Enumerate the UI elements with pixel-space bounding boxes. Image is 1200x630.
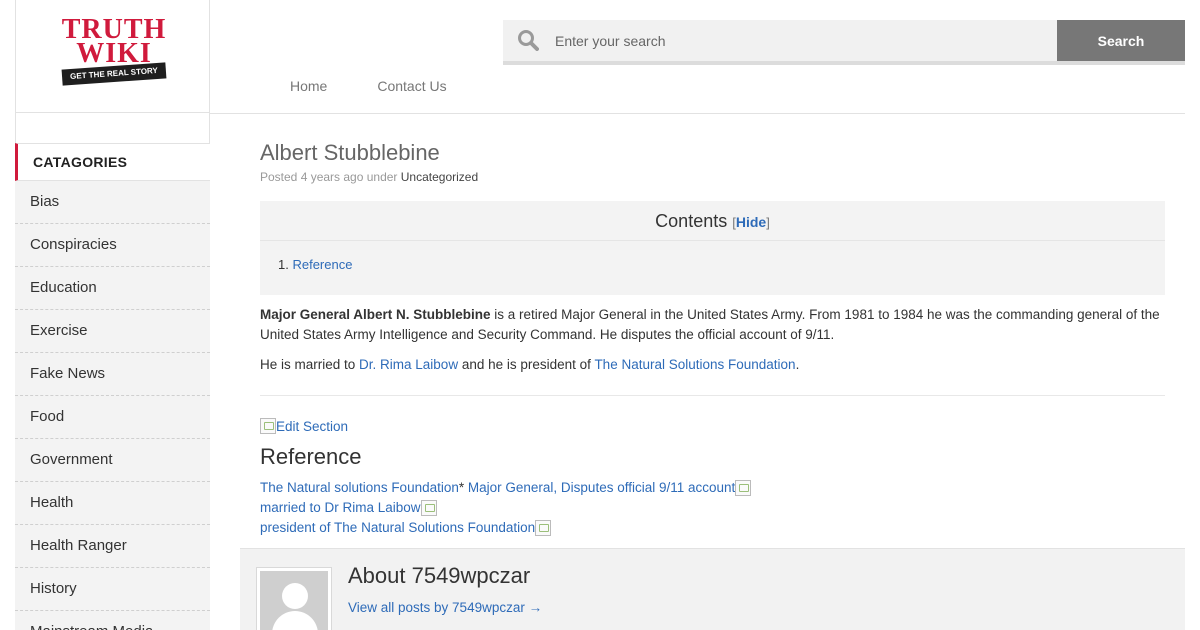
toc-hide-toggle[interactable]: Hide <box>736 214 766 230</box>
reference-list: The Natural solutions Foundation* Major … <box>260 478 1165 538</box>
relations-paragraph: He is married to Dr. Rima Laibow and he … <box>260 355 1165 375</box>
reference-line-3: president of The Natural Solutions Found… <box>260 518 1165 538</box>
category-item-health[interactable]: Health <box>15 482 210 525</box>
category-item-fake-news[interactable]: Fake News <box>15 353 210 396</box>
site-logo[interactable]: TRUTH WIKI GET THE REAL STORY <box>60 16 168 90</box>
toc-bracket-close: ] <box>766 215 770 230</box>
subject-name: Major General Albert N. Stubblebine <box>260 307 491 322</box>
toc-item-number: 1. <box>278 257 289 272</box>
edit-section: Edit Section <box>260 418 1165 434</box>
nav-contact-us[interactable]: Contact Us <box>377 78 446 94</box>
link-rima-laibow[interactable]: Dr. Rima Laibow <box>359 357 458 372</box>
author-heading: About 7549wpczar <box>348 563 531 588</box>
link-natural-solutions-foundation[interactable]: The Natural Solutions Foundation <box>594 357 795 372</box>
relations-text-middle: and he is president of <box>458 357 595 372</box>
site-header: Search Home Contact Us <box>210 0 1185 114</box>
search-icon <box>518 30 539 51</box>
relations-text-after: . <box>795 357 800 372</box>
ref-separator: * <box>458 480 468 495</box>
author-box: About 7549wpczar View all posts by 7549w… <box>240 548 1185 630</box>
ref-link-major-general[interactable]: Major General, Disputes official 9/11 ac… <box>468 480 735 495</box>
toc-item-link[interactable]: Reference <box>292 257 352 272</box>
intro-paragraph: Major General Albert N. Stubblebine is a… <box>260 305 1165 345</box>
category-item-mainstream-media[interactable]: Mainstream Media <box>15 611 210 630</box>
avatar-head-shape <box>282 583 308 609</box>
categories-heading: CATAGORIES <box>15 143 210 181</box>
search-input[interactable] <box>555 20 1055 61</box>
category-item-history[interactable]: History <box>15 568 210 611</box>
relations-text-before: He is married to <box>260 357 360 372</box>
post-meta-prefix: Posted 4 years ago under <box>260 170 401 184</box>
post-category-link[interactable]: Uncategorized <box>401 170 478 184</box>
ref-link-president[interactable]: president of The Natural Solutions Found… <box>260 520 535 535</box>
sidebar: CATAGORIES Bias Conspiracies Education E… <box>15 143 210 630</box>
category-item-education[interactable]: Education <box>15 267 210 310</box>
category-item-bias[interactable]: Bias <box>15 181 210 224</box>
post-meta: Posted 4 years ago under Uncategorized <box>260 170 1165 184</box>
table-of-contents: Contents [Hide] 1. Reference <box>260 201 1165 295</box>
edit-section-link[interactable]: Edit Section <box>276 419 348 434</box>
ref-link-natural-solutions[interactable]: The Natural solutions Foundation <box>260 480 459 495</box>
article: Albert Stubblebine Posted 4 years ago un… <box>260 140 1165 538</box>
ref-link-married[interactable]: married to Dr Rima Laibow <box>260 500 421 515</box>
nav-home[interactable]: Home <box>290 78 327 94</box>
reference-line-1: The Natural solutions Foundation* Major … <box>260 478 1165 498</box>
post-title: Albert Stubblebine <box>260 140 440 165</box>
category-item-government[interactable]: Government <box>15 439 210 482</box>
category-item-food[interactable]: Food <box>15 396 210 439</box>
toc-heading: Contents <box>655 211 728 231</box>
search-button[interactable]: Search <box>1057 20 1185 61</box>
category-item-health-ranger[interactable]: Health Ranger <box>15 525 210 568</box>
category-item-conspiracies[interactable]: Conspiracies <box>15 224 210 267</box>
logo-container: TRUTH WIKI GET THE REAL STORY <box>16 0 210 113</box>
broken-image-icon <box>260 418 276 434</box>
broken-image-icon <box>535 520 552 537</box>
section-divider <box>260 395 1165 396</box>
avatar-body-shape <box>272 611 318 630</box>
category-list: Bias Conspiracies Education Exercise Fak… <box>15 181 210 630</box>
default-avatar-icon <box>260 571 328 630</box>
search-bar: Search <box>503 20 1185 65</box>
toc-item: 1. Reference <box>278 257 352 272</box>
toc-header: Contents [Hide] <box>260 201 1165 241</box>
view-all-posts-link[interactable]: View all posts by 7549wpczar → <box>348 600 542 615</box>
broken-image-icon <box>735 480 752 497</box>
avatar <box>256 567 332 630</box>
main-nav: Home Contact Us <box>290 78 447 94</box>
category-item-exercise[interactable]: Exercise <box>15 310 210 353</box>
broken-image-icon <box>420 500 437 517</box>
reference-line-2: married to Dr Rima Laibow <box>260 498 1165 518</box>
reference-heading: Reference <box>260 444 362 469</box>
